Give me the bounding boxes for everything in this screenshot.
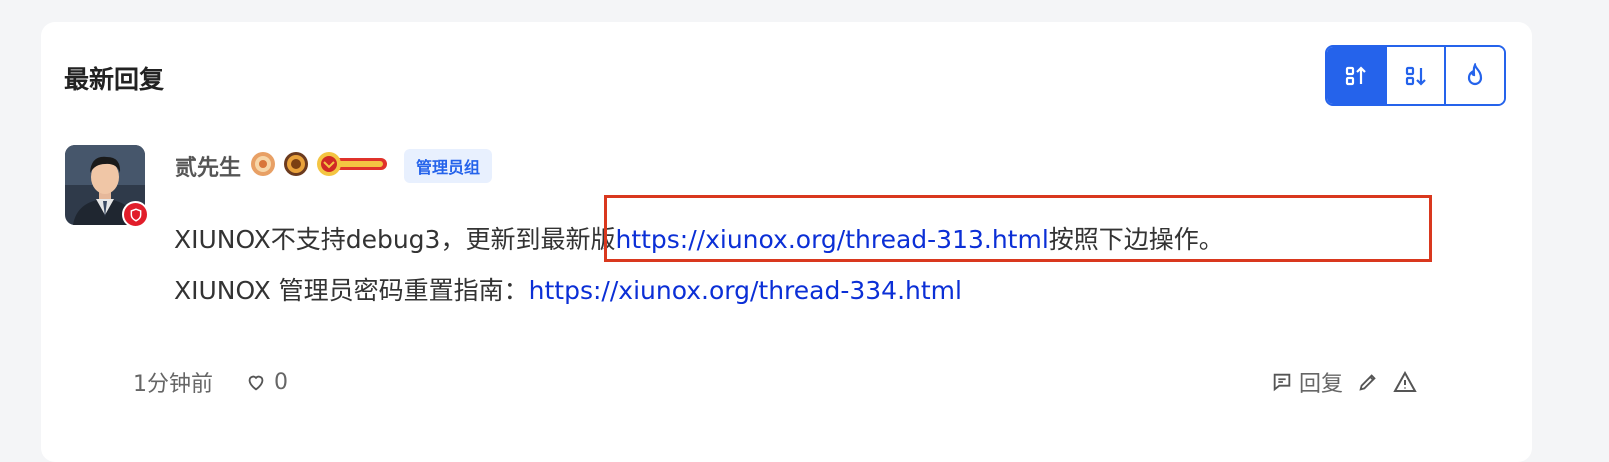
shield-icon bbox=[130, 207, 141, 222]
edit-button[interactable] bbox=[1357, 371, 1379, 393]
content-line: XIUNOX 管理员密码重置指南：https://xiunox.org/thre… bbox=[174, 271, 962, 307]
sort-button-group bbox=[1325, 45, 1506, 106]
content-text: XIUNOX不支持debug3， bbox=[174, 225, 466, 254]
admin-shield-badge bbox=[122, 201, 149, 228]
medal-ribbon-icon bbox=[315, 150, 391, 182]
post-meta: 1分钟前 0 bbox=[133, 366, 288, 398]
reply-label: 回复 bbox=[1299, 372, 1344, 397]
report-button[interactable] bbox=[1393, 371, 1417, 393]
medal-icon bbox=[282, 150, 310, 182]
highlight-annotation-box bbox=[604, 195, 1432, 262]
sort-ascending-button[interactable] bbox=[1327, 47, 1387, 104]
flame-icon bbox=[1468, 62, 1483, 85]
reply-button[interactable]: 回复 bbox=[1271, 366, 1343, 398]
sort-descending-icon bbox=[1405, 66, 1426, 86]
thread-link[interactable]: https://xiunox.org/thread-334.html bbox=[529, 276, 962, 305]
medal-icon bbox=[249, 150, 277, 182]
sort-ascending-icon bbox=[1345, 65, 1366, 85]
content-text: 更新到最新版 bbox=[465, 225, 616, 254]
content-text: XIUNOX 管理员密码重置指南： bbox=[174, 276, 529, 305]
heart-icon bbox=[248, 375, 264, 391]
warning-icon bbox=[1393, 371, 1417, 392]
section-title: 最新回复 bbox=[64, 65, 165, 94]
sort-hot-button[interactable] bbox=[1446, 47, 1504, 104]
user-group-badge: 管理员组 bbox=[404, 149, 493, 183]
post-time: 1分钟前 bbox=[133, 372, 213, 397]
comment-icon bbox=[1273, 373, 1291, 392]
author-name[interactable]: 贰先生 bbox=[175, 150, 241, 182]
sort-descending-button[interactable] bbox=[1386, 47, 1447, 104]
post-actions: 回复 bbox=[1271, 366, 1417, 398]
like-button[interactable]: 0 bbox=[245, 370, 288, 395]
author-row: 贰先生 管理员组 bbox=[175, 149, 493, 183]
like-count: 0 bbox=[274, 369, 288, 395]
pencil-icon bbox=[1359, 374, 1376, 391]
